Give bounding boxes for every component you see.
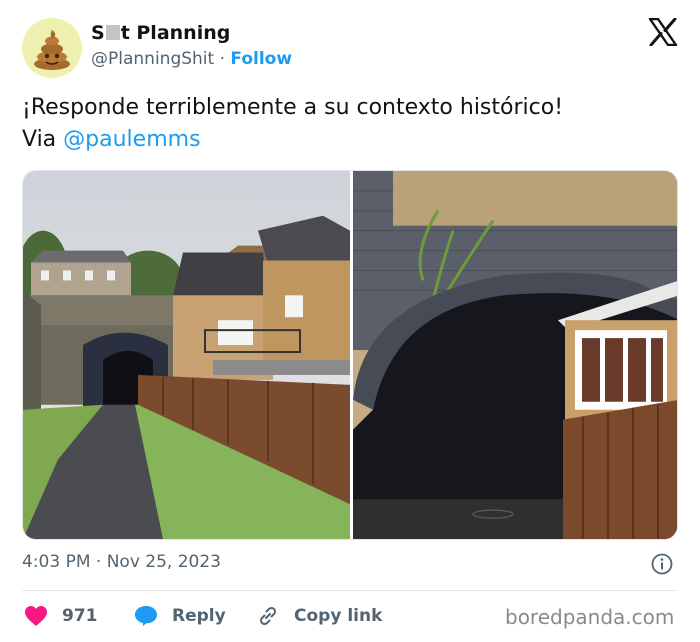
handle-separator: · — [219, 49, 225, 69]
tweet-text-line: ¡Responde terriblemente a su contexto hi… — [22, 95, 564, 120]
via-label: Via — [22, 127, 57, 152]
tweet-timestamp[interactable]: 4:03 PM · Nov 25, 2023 — [22, 552, 221, 572]
display-name[interactable]: St Planning — [91, 22, 230, 44]
tweet-media[interactable] — [22, 170, 678, 540]
divider — [22, 590, 678, 591]
display-name-suffix: t Planning — [120, 22, 231, 44]
follow-button[interactable]: Follow — [230, 49, 292, 69]
photo-tunnel-closeup[interactable] — [353, 171, 678, 539]
info-icon[interactable] — [651, 553, 673, 575]
handle-row: @PlanningShit · Follow — [91, 49, 292, 69]
copy-link-button[interactable]: Copy link — [256, 601, 382, 631]
tweet-text: ¡Responde terriblemente a su contexto hi… — [22, 92, 672, 156]
tweet-via-line: Via @paulemms — [22, 124, 672, 156]
photo-tunnel-path[interactable] — [23, 171, 350, 539]
censor-block — [105, 25, 120, 40]
watermark: boredpanda.com — [505, 605, 675, 629]
link-icon — [259, 606, 277, 626]
like-count: 971 — [62, 606, 98, 626]
display-name-prefix: S — [91, 22, 105, 44]
poop-emoji-icon — [22, 18, 82, 78]
reply-button[interactable]: Reply — [134, 601, 226, 631]
avatar[interactable] — [22, 18, 82, 78]
mention-link[interactable]: @paulemms — [63, 127, 200, 152]
like-button[interactable]: 971 — [24, 601, 98, 631]
reply-label: Reply — [172, 606, 226, 626]
x-logo-icon[interactable] — [648, 18, 678, 46]
copy-link-label: Copy link — [294, 606, 383, 626]
reply-bubble-icon — [135, 606, 157, 626]
heart-icon — [25, 606, 47, 626]
account-handle[interactable]: @PlanningShit — [91, 49, 214, 69]
